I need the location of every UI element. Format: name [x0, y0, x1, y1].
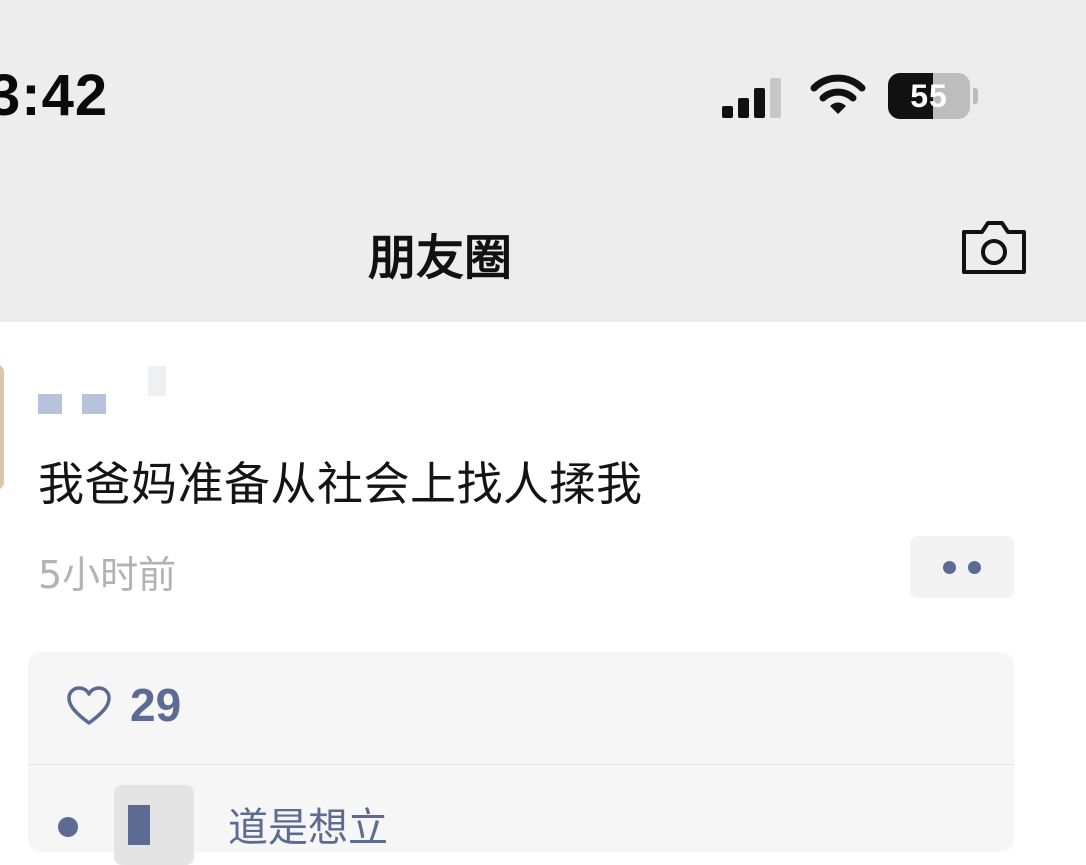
battery-indicator: 55: [888, 73, 980, 119]
more-options-button[interactable]: [910, 536, 1014, 598]
cellular-signal-icon: [722, 78, 781, 118]
status-bar: 3:42 55: [0, 0, 1086, 190]
page-title: 朋友圈: [367, 230, 512, 286]
like-count[interactable]: 29: [130, 678, 181, 732]
avatar[interactable]: [0, 364, 4, 490]
post-text: 我爸妈准备从社会上找人揉我: [38, 457, 643, 511]
comment-text: 道是想立: [228, 805, 388, 851]
status-time: 3:42: [0, 63, 109, 128]
wifi-icon: [810, 74, 866, 114]
comment-bullet: [58, 817, 78, 837]
likes-panel: 29 道是想立: [28, 652, 1014, 865]
comment-row[interactable]: 道是想立: [28, 765, 1014, 865]
camera-button[interactable]: [958, 218, 1030, 278]
two-dots-icon: [943, 561, 956, 574]
post-time: 5小时前: [38, 553, 177, 597]
post-username[interactable]: [38, 366, 168, 420]
battery-percentage: 55: [910, 78, 948, 114]
camera-icon: [962, 221, 1026, 274]
comment-mark: [128, 805, 150, 845]
moments-feed: 我爸妈准备从社会上找人揉我 5小时前 29 道是想立: [0, 322, 1086, 865]
navigation-bar: 朋友圈: [0, 190, 1086, 322]
comment-avatar[interactable]: [114, 785, 194, 865]
heart-outline-icon[interactable]: [66, 685, 112, 727]
